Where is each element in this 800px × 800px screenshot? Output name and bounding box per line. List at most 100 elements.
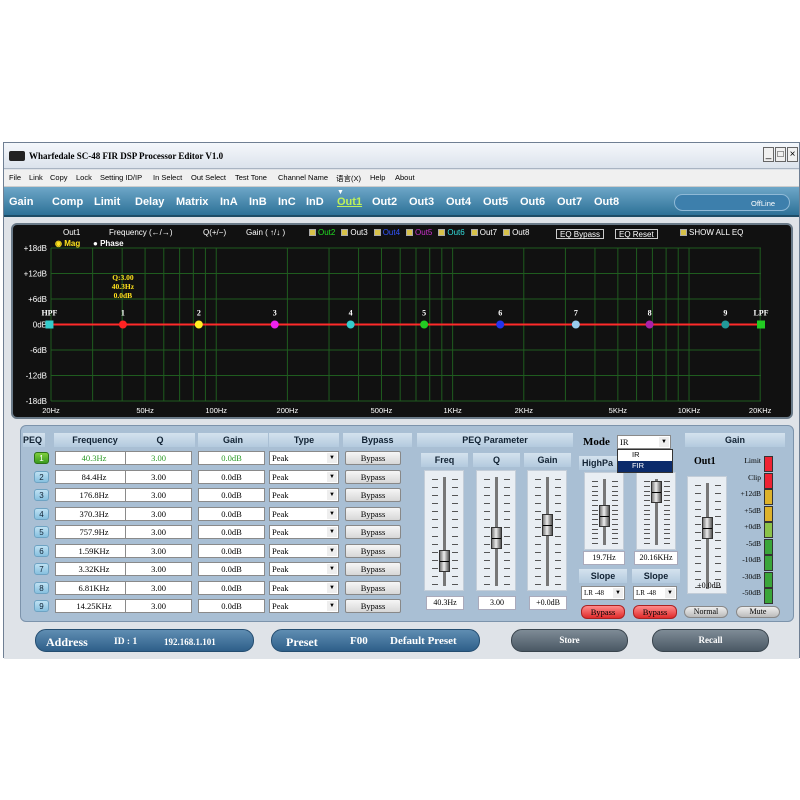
peq-type-select[interactable]: Peak ▼ [269, 543, 339, 558]
tab-out8[interactable]: Out8 [594, 196, 619, 208]
graph-out8-checkbox[interactable]: Out8 [503, 228, 529, 237]
peq-bypass-button[interactable]: Bypass [345, 469, 401, 484]
menu-item-1[interactable]: Link [29, 173, 43, 182]
peq-band-8-button[interactable]: 8 [34, 581, 49, 594]
peq-band-2-button[interactable]: 2 [34, 470, 49, 483]
peq-gain-field[interactable]: 0.0dB [198, 451, 265, 465]
menu-item-5[interactable]: In Select [153, 173, 182, 182]
peq-freq-field[interactable]: 757.9Hz [55, 525, 133, 539]
graph-out5-checkbox[interactable]: Out5 [406, 228, 432, 237]
lowpass-slope-select[interactable]: LR -48 ▼ [633, 586, 677, 600]
peq-bypass-button[interactable]: Bypass [345, 599, 401, 613]
param-q-slider-knob[interactable] [491, 527, 502, 550]
tab-comp[interactable]: Comp [52, 196, 83, 208]
peq-bypass-button[interactable]: Bypass [345, 488, 401, 502]
highpass-slope-select[interactable]: LR -48 ▼ [581, 586, 625, 600]
graph-out4-checkbox[interactable]: Out4 [373, 228, 400, 237]
menu-item-2[interactable]: Copy [50, 173, 68, 182]
peq-freq-field[interactable]: 84.4Hz [55, 469, 133, 484]
gain-slider-knob[interactable] [702, 516, 713, 539]
mag-radio[interactable]: ◉ Mag [55, 239, 80, 248]
peq-freq-field[interactable]: 1.59KHz [55, 543, 133, 558]
peq-type-select[interactable]: Peak ▼ [269, 488, 339, 502]
peq-q-field[interactable]: 3.00 [125, 599, 192, 613]
peq-band-1-button[interactable]: 1 [34, 452, 49, 464]
menu-item-6[interactable]: Out Select [191, 173, 226, 182]
highpass-slider-knob[interactable] [599, 505, 610, 528]
close-button[interactable]: × [787, 147, 798, 162]
peq-freq-field[interactable]: 176.8Hz [55, 488, 133, 502]
graph-out6-checkbox[interactable]: Out6 [438, 228, 465, 237]
peq-gain-field[interactable]: 0.0dB [198, 469, 265, 484]
peq-gain-field[interactable]: 0.0dB [198, 562, 265, 576]
menu-item-0[interactable]: File [9, 173, 21, 182]
tab-out6[interactable]: Out6 [520, 196, 545, 208]
peq-type-select[interactable]: Peak ▼ [269, 451, 339, 465]
eq-point-5[interactable] [420, 320, 429, 329]
tab-delay[interactable]: Delay [135, 196, 164, 208]
tab-ina[interactable]: InA [220, 196, 238, 208]
eq-point-8[interactable] [645, 320, 654, 329]
peq-band-9-button[interactable]: 9 [34, 600, 49, 612]
eq-point-1[interactable] [118, 320, 127, 329]
menu-item-7[interactable]: Test Tone [235, 173, 267, 182]
tab-out7[interactable]: Out7 [557, 196, 582, 208]
peq-band-5-button[interactable]: 5 [34, 526, 49, 538]
peq-q-field[interactable]: 3.00 [125, 506, 192, 521]
mode-option-ir[interactable]: IR [618, 450, 672, 461]
peq-band-3-button[interactable]: 3 [34, 489, 49, 501]
menu-item-3[interactable]: Lock [76, 173, 92, 182]
peq-gain-field[interactable]: 0.0dB [198, 580, 265, 595]
peq-q-field[interactable]: 3.00 [125, 543, 192, 558]
peq-band-6-button[interactable]: 6 [34, 544, 49, 557]
menu-item-9[interactable]: 语言(X) [336, 173, 361, 184]
minimize-button[interactable]: _ [763, 147, 774, 162]
tab-inc[interactable]: InC [278, 196, 296, 208]
peq-gain-field[interactable]: 0.0dB [198, 525, 265, 539]
peq-freq-field[interactable]: 14.25KHz [55, 599, 133, 613]
eq-bypass-button[interactable]: EQ Bypass [556, 229, 605, 239]
peq-bypass-button[interactable]: Bypass [345, 580, 401, 595]
peq-freq-field[interactable]: 40.3Hz [55, 451, 133, 465]
eq-point-hpf[interactable] [45, 320, 54, 329]
eq-point-3[interactable] [270, 320, 279, 329]
peq-gain-field[interactable]: 0.0dB [198, 506, 265, 521]
eq-point-7[interactable] [571, 320, 580, 329]
peq-bypass-button[interactable]: Bypass [345, 562, 401, 576]
graph-out2-checkbox[interactable]: Out2 [309, 228, 335, 237]
connection-status[interactable]: OffLine [674, 194, 790, 211]
peq-q-field[interactable]: 3.00 [125, 488, 192, 502]
normal-button[interactable]: Normal [684, 606, 728, 618]
tab-out2[interactable]: Out2 [372, 196, 397, 208]
recall-button[interactable]: Recall [652, 629, 769, 652]
peq-freq-field[interactable]: 370.3Hz [55, 506, 133, 521]
graph-out3-checkbox[interactable]: Out3 [341, 228, 368, 237]
peq-band-4-button[interactable]: 4 [34, 507, 49, 520]
menu-item-8[interactable]: Channel Name [278, 173, 328, 182]
peq-gain-field[interactable]: 0.0dB [198, 488, 265, 502]
tab-matrix[interactable]: Matrix [176, 196, 208, 208]
peq-bypass-button[interactable]: Bypass [345, 451, 401, 465]
peq-type-select[interactable]: Peak ▼ [269, 580, 339, 595]
mode-select[interactable]: IR ▼ [617, 435, 671, 449]
param-gain-slider-knob[interactable] [542, 513, 553, 536]
tab-out3[interactable]: Out3 [409, 196, 434, 208]
tab-limit[interactable]: Limit [94, 196, 120, 208]
eq-point-2[interactable] [194, 320, 203, 329]
eq-graph[interactable]: +18dB +12dB +6dB 0dB -6dB -12dB -18dB 20Hz 50Hz 1… [11, 223, 793, 419]
peq-type-select[interactable]: Peak ▼ [269, 599, 339, 613]
tab-out5[interactable]: Out5 [483, 196, 508, 208]
mode-option-fir[interactable]: FIR [618, 461, 672, 472]
eq-point-4[interactable] [346, 320, 355, 329]
graph-out7-checkbox[interactable]: Out7 [470, 228, 497, 237]
store-button[interactable]: Store [511, 629, 628, 652]
phase-radio[interactable]: ● Phase [93, 239, 124, 248]
eq-point-lpf[interactable] [757, 320, 765, 329]
tab-gain[interactable]: Gain [9, 196, 33, 208]
peq-q-field[interactable]: 3.00 [125, 469, 192, 484]
peq-q-field[interactable]: 3.00 [125, 580, 192, 595]
peq-gain-field[interactable]: 0.0dB [198, 543, 265, 558]
peq-type-select[interactable]: Peak ▼ [269, 562, 339, 576]
peq-bypass-button[interactable]: Bypass [345, 506, 401, 521]
peq-q-field[interactable]: 3.00 [125, 451, 192, 465]
